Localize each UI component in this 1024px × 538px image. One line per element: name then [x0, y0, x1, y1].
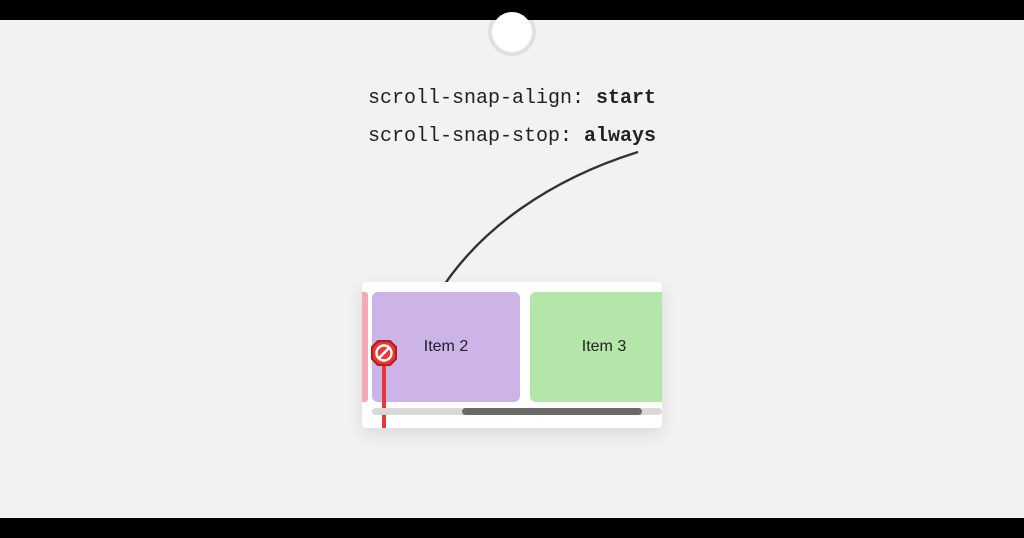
letterbox-bottom [0, 518, 1024, 538]
code-prop-1: scroll-snap-align: [368, 87, 596, 110]
slide-stage: scroll-snap-align: start scroll-snap-sto… [0, 20, 1024, 518]
scrollbar-thumb[interactable] [462, 408, 642, 415]
list-item[interactable]: Item 3 [530, 292, 662, 402]
item-label: Item 3 [582, 338, 626, 356]
code-val-1: start [596, 87, 656, 110]
code-line-1: scroll-snap-align: start [368, 80, 656, 118]
scroll-snap-demo[interactable]: Item 2 Item 3 [362, 282, 662, 428]
list-item[interactable]: Item 2 [372, 292, 520, 402]
previous-item-strip [362, 292, 368, 402]
code-line-2: scroll-snap-stop: always [368, 118, 656, 156]
css-code-block: scroll-snap-align: start scroll-snap-sto… [368, 80, 656, 156]
item-label: Item 2 [424, 338, 468, 356]
scroll-track[interactable]: Item 2 Item 3 [372, 292, 662, 402]
code-prop-2: scroll-snap-stop: [368, 125, 584, 148]
horizontal-scrollbar[interactable] [372, 408, 662, 415]
code-val-2: always [584, 125, 656, 148]
top-notch-circle [492, 12, 532, 52]
